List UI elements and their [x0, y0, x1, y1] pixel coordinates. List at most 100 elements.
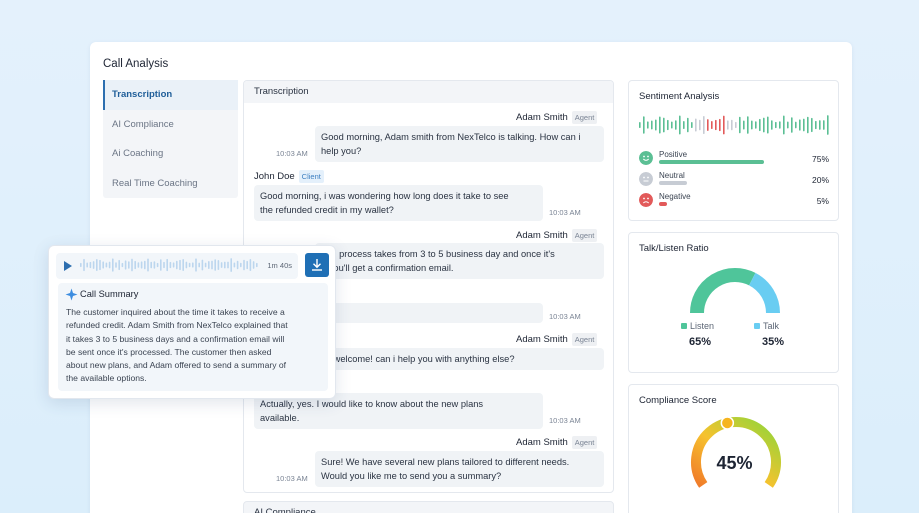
summary-line: refunded credit. Adam Smith from NexTelc…	[66, 320, 288, 331]
waveform-bar	[208, 261, 210, 269]
waveform-bar	[185, 261, 188, 269]
waveform-bar	[823, 120, 825, 130]
waveform-bar	[240, 262, 242, 268]
message-bubble: Sure! We have several new plans tailored…	[315, 451, 604, 487]
waveform-bar	[815, 120, 817, 130]
sidebar-item-ai-coaching[interactable]: Ai Coaching	[103, 139, 238, 169]
listen-percent: 65%	[689, 336, 712, 348]
waveform-bar	[188, 262, 191, 268]
sentiment-bar	[659, 160, 764, 164]
waveform-bar	[134, 260, 136, 270]
waveform-bar	[243, 259, 245, 271]
waveform-bar	[699, 119, 701, 131]
waveform-bar	[249, 259, 252, 271]
message-line: Sure! We have several new plans tailored…	[321, 457, 570, 467]
call-summary-title: Call Summary	[80, 289, 139, 299]
waveform-bar	[795, 121, 797, 129]
waveform-bar	[675, 120, 677, 130]
waveform-bar	[803, 118, 805, 132]
summary-line: the available options.	[66, 373, 147, 384]
waveform-bar	[759, 118, 761, 132]
waveform-bar	[163, 261, 165, 269]
sidebar-item-ai-compliance[interactable]: AI Compliance	[103, 110, 238, 140]
listen-legend-swatch	[681, 323, 687, 329]
waveform-bar	[118, 259, 120, 271]
sidebar: Transcription AI Compliance Ai Coaching …	[103, 80, 238, 198]
agent-badge: Agent	[571, 436, 598, 449]
talk-percent: 35%	[762, 336, 785, 348]
download-button[interactable]	[305, 253, 329, 277]
listen-legend: Listen	[681, 321, 714, 331]
waveform-bar	[743, 120, 745, 130]
waveform-bar	[83, 258, 85, 272]
waveform-bar	[211, 260, 213, 270]
sidebar-item-real-time-coaching[interactable]: Real Time Coaching	[103, 169, 238, 199]
agent-badge: Agent	[571, 333, 598, 346]
waveform-bar	[227, 261, 229, 269]
sentiment-bar	[659, 181, 687, 185]
waveform-bar	[108, 261, 111, 269]
waveform-bar	[182, 259, 184, 271]
summary-line: it takes 3 to 5 business days and a conf…	[66, 333, 285, 344]
waveform-bar	[683, 121, 685, 129]
waveform-bar	[224, 261, 226, 269]
agent-badge: Agent	[571, 229, 598, 242]
speaker-row: Adam Smith Agent	[516, 111, 598, 124]
waveform-bar	[195, 258, 197, 272]
waveform-bar	[230, 258, 232, 272]
talk-listen-card: Talk/Listen Ratio Listen Talk 65% 35%	[628, 232, 839, 373]
message-time: 10:03 AM	[549, 208, 581, 217]
waveform-bar	[755, 121, 757, 129]
sparkle-icon	[65, 288, 78, 301]
waveform-bar	[140, 261, 143, 269]
waveform-bar	[783, 115, 785, 135]
waveform-bar	[112, 258, 114, 272]
message-bubble: und process takes from 3 to 5 business d…	[315, 243, 604, 279]
waveform-bar	[166, 258, 168, 272]
waveform-bar	[96, 259, 98, 271]
speaker-row: John Doe Client	[254, 170, 324, 183]
waveform-bar	[651, 120, 653, 130]
waveform-bar	[827, 115, 829, 135]
waveform-bar	[775, 121, 777, 129]
waveform-bar	[201, 259, 204, 271]
waveform-bar	[160, 259, 162, 271]
compliance-score: 45%	[716, 453, 753, 473]
message-line: Actually, yes. I would like to know abou…	[260, 399, 484, 409]
waveform-bar	[719, 118, 721, 132]
waveform-bar	[687, 117, 689, 133]
ai-compliance-section-header[interactable]: AI Compliance	[243, 501, 614, 513]
sentiment-label: Neutral	[659, 171, 685, 180]
message-line: Good morning, i was wondering how long d…	[260, 191, 509, 201]
waveform-bar	[639, 122, 641, 128]
message-bubble: Good morning, Adam smith from NexTelco i…	[315, 126, 604, 162]
message-line: the refunded credit in my wallet?	[260, 205, 394, 215]
play-icon[interactable]	[64, 261, 72, 271]
waveform-bar	[711, 121, 713, 129]
waveform-bar	[236, 260, 239, 270]
sentiment-negative-row: Negative 5%	[639, 192, 829, 211]
waveform-bar	[256, 262, 258, 268]
waveform-bar	[771, 120, 773, 130]
page-title: Call Analysis	[103, 58, 169, 70]
waveform-bar	[695, 118, 697, 132]
sad-face-icon	[639, 193, 653, 207]
message-line: Good morning, Adam smith from NexTelco i…	[321, 132, 581, 142]
talk-legend: Talk	[754, 321, 779, 331]
download-icon	[312, 259, 322, 271]
waveform-bar	[671, 121, 673, 129]
waveform-bar	[92, 261, 95, 269]
waveform-bar	[791, 117, 793, 133]
speaker-row: Adam Smith Agent	[516, 229, 598, 242]
waveform-bar	[747, 116, 749, 134]
speaker-name: Adam Smith	[516, 112, 568, 123]
waveform-bar	[703, 115, 705, 135]
sidebar-item-transcription[interactable]: Transcription	[103, 80, 238, 110]
sentiment-label: Negative	[659, 192, 691, 201]
audio-waveform[interactable]	[80, 258, 262, 274]
waveform-bar	[727, 120, 729, 130]
waveform-bar	[147, 258, 149, 272]
waveform-bar	[220, 262, 223, 268]
waveform-bar	[691, 121, 693, 129]
speaker-row: Adam Smith Agent	[516, 333, 598, 346]
